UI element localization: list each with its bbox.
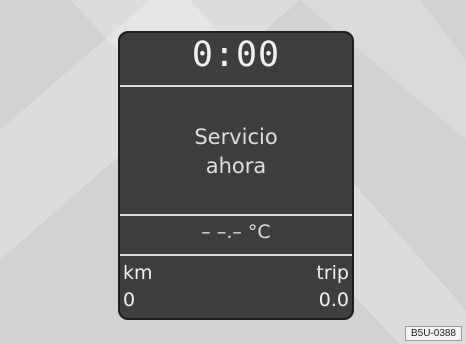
instrument-display: 0:00 Servicio ahora – –.– °C km trip 0 0… — [118, 31, 354, 320]
distance-label: km — [123, 262, 153, 284]
trip-value: 0.0 — [318, 289, 349, 311]
service-message-line2: ahora — [205, 154, 267, 178]
outside-temperature: – –.– °C — [201, 221, 271, 243]
figure-code: B5U-0388 — [404, 326, 462, 341]
trip-label: trip — [316, 262, 349, 284]
distance-value: 0 — [123, 289, 136, 311]
clock-display: 0:00 — [191, 35, 281, 75]
service-message-line1: Servicio — [194, 125, 278, 149]
service-message: Servicio ahora — [120, 123, 352, 181]
divider-middle — [120, 214, 352, 216]
divider-top — [120, 85, 352, 87]
divider-bottom — [120, 254, 352, 256]
